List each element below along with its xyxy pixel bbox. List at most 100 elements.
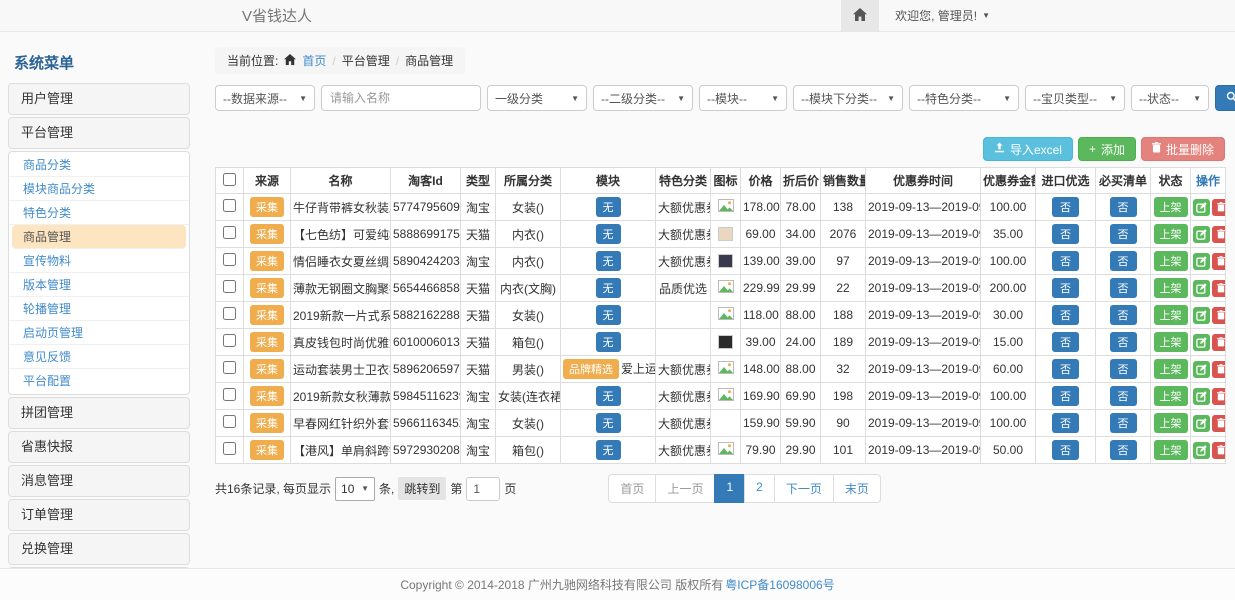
import-select-toggle[interactable]: 否 [1052, 440, 1079, 460]
row-checkbox[interactable] [223, 388, 236, 401]
pager-button-2[interactable]: 2 [744, 474, 775, 503]
row-checkbox[interactable] [223, 442, 236, 455]
import-select-toggle[interactable]: 否 [1052, 251, 1079, 271]
edit-button[interactable] [1193, 253, 1210, 270]
module-badge[interactable]: 无 [596, 332, 621, 352]
status-toggle[interactable]: 上架 [1154, 197, 1188, 217]
status-toggle[interactable]: 上架 [1154, 386, 1188, 406]
must-buy-toggle[interactable]: 否 [1110, 359, 1137, 379]
edit-button[interactable] [1193, 415, 1210, 432]
name-search-input[interactable] [321, 85, 481, 111]
edit-button[interactable] [1193, 388, 1210, 405]
must-buy-toggle[interactable]: 否 [1110, 278, 1137, 298]
status-toggle[interactable]: 上架 [1154, 224, 1188, 244]
sidebar-item-link[interactable]: 轮播管理 [9, 297, 189, 321]
sidebar-item-active[interactable]: 商品管理 [12, 225, 186, 249]
must-buy-toggle[interactable]: 否 [1110, 197, 1137, 217]
sidebar-group-item[interactable]: 订单管理 [8, 499, 190, 531]
delete-button[interactable] [1212, 415, 1226, 432]
row-checkbox[interactable] [223, 307, 236, 320]
user-menu[interactable]: 欢迎您, 管理员! ▼ [879, 7, 990, 24]
import-select-toggle[interactable]: 否 [1052, 386, 1079, 406]
module-badge[interactable]: 无 [596, 440, 621, 460]
must-buy-toggle[interactable]: 否 [1110, 224, 1137, 244]
row-checkbox[interactable] [223, 226, 236, 239]
must-buy-toggle[interactable]: 否 [1110, 386, 1137, 406]
module-badge[interactable]: 无 [596, 197, 621, 217]
import-select-toggle[interactable]: 否 [1052, 359, 1079, 379]
sidebar-item-link[interactable]: 商品分类 [9, 153, 189, 177]
module-badge[interactable]: 无 [596, 278, 621, 298]
edit-button[interactable] [1193, 334, 1210, 351]
module-badge[interactable]: 无 [596, 251, 621, 271]
status-toggle[interactable]: 上架 [1154, 278, 1188, 298]
import-select-toggle[interactable]: 否 [1052, 413, 1079, 433]
pager-button-末页[interactable]: 末页 [833, 474, 881, 503]
filter-select[interactable]: --状态--▼ [1131, 85, 1209, 111]
row-checkbox[interactable] [223, 334, 236, 347]
sidebar-item-link[interactable]: 模块商品分类 [9, 177, 189, 201]
batch-delete-button[interactable]: 批量删除 [1141, 137, 1225, 161]
import-select-toggle[interactable]: 否 [1052, 305, 1079, 325]
search-button[interactable]: 查询 [1215, 85, 1235, 111]
module-badge[interactable]: 品牌精选 [563, 359, 619, 379]
add-button[interactable]: + 添加 [1078, 137, 1136, 161]
sidebar-item-link[interactable]: 特色分类 [9, 201, 189, 225]
sidebar-item-link[interactable]: 平台配置 [9, 369, 189, 393]
home-button[interactable] [841, 0, 879, 32]
edit-button[interactable] [1193, 307, 1210, 324]
import-select-toggle[interactable]: 否 [1052, 197, 1079, 217]
status-toggle[interactable]: 上架 [1154, 332, 1188, 352]
pager-button-下一页[interactable]: 下一页 [774, 474, 834, 503]
filter-select[interactable]: 一级分类▼ [487, 85, 587, 111]
sidebar-item-link[interactable]: 宣传物料 [9, 249, 189, 273]
must-buy-toggle[interactable]: 否 [1110, 440, 1137, 460]
filter-select[interactable]: --宝贝类型--▼ [1025, 85, 1125, 111]
import-select-toggle[interactable]: 否 [1052, 332, 1079, 352]
delete-button[interactable] [1212, 388, 1226, 405]
module-badge[interactable]: 无 [596, 224, 621, 244]
row-checkbox[interactable] [223, 280, 236, 293]
delete-button[interactable] [1212, 442, 1226, 459]
filter-select[interactable]: --数据来源--▼ [215, 85, 315, 111]
import-excel-button[interactable]: 导入excel [983, 137, 1073, 161]
delete-button[interactable] [1212, 334, 1226, 351]
filter-select[interactable]: --特色分类--▼ [909, 85, 1019, 111]
sidebar-group-item[interactable]: 消息管理 [8, 465, 190, 497]
row-checkbox[interactable] [223, 253, 236, 266]
module-badge[interactable]: 无 [596, 386, 621, 406]
row-checkbox[interactable] [223, 361, 236, 374]
jump-button[interactable]: 跳转到 [398, 477, 446, 500]
delete-button[interactable] [1212, 361, 1226, 378]
sidebar-item-link[interactable]: 版本管理 [9, 273, 189, 297]
status-toggle[interactable]: 上架 [1154, 413, 1188, 433]
edit-button[interactable] [1193, 199, 1210, 216]
edit-button[interactable] [1193, 280, 1210, 297]
import-select-toggle[interactable]: 否 [1052, 224, 1079, 244]
row-checkbox[interactable] [223, 415, 236, 428]
breadcrumb-home-link[interactable]: 首页 [302, 52, 326, 69]
must-buy-toggle[interactable]: 否 [1110, 251, 1137, 271]
status-toggle[interactable]: 上架 [1154, 440, 1188, 460]
sidebar-group-item[interactable]: 拼团管理 [8, 397, 190, 429]
sidebar-group-item[interactable]: 平台管理 [8, 117, 190, 149]
jump-page-input[interactable] [466, 477, 500, 501]
sidebar-item-link[interactable]: 启动页管理 [9, 321, 189, 345]
status-toggle[interactable]: 上架 [1154, 305, 1188, 325]
sidebar-group-item[interactable]: 省惠快报 [8, 431, 190, 463]
must-buy-toggle[interactable]: 否 [1110, 305, 1137, 325]
sidebar-item-link[interactable]: 意见反馈 [9, 345, 189, 369]
status-toggle[interactable]: 上架 [1154, 359, 1188, 379]
filter-select[interactable]: --模块--▼ [699, 85, 787, 111]
import-select-toggle[interactable]: 否 [1052, 278, 1079, 298]
pager-button-1[interactable]: 1 [714, 474, 745, 503]
module-badge[interactable]: 无 [596, 305, 621, 325]
edit-button[interactable] [1193, 442, 1210, 459]
icp-link[interactable]: 粤ICP备16098006号 [725, 576, 834, 593]
status-toggle[interactable]: 上架 [1154, 251, 1188, 271]
delete-button[interactable] [1212, 199, 1226, 216]
must-buy-toggle[interactable]: 否 [1110, 332, 1137, 352]
module-badge[interactable]: 无 [596, 413, 621, 433]
delete-button[interactable] [1212, 280, 1226, 297]
edit-button[interactable] [1193, 361, 1210, 378]
